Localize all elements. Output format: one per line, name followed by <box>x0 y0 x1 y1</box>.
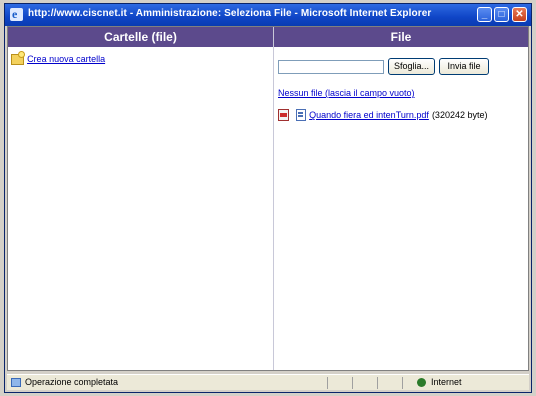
pdf-file-icon <box>296 109 307 122</box>
status-separator <box>377 377 378 389</box>
column-divider <box>273 27 274 370</box>
browser-window: e http://www.ciscnet.it - Amministrazion… <box>4 3 532 393</box>
close-button[interactable]: ✕ <box>512 7 527 22</box>
delete-file-icon[interactable] <box>278 109 289 122</box>
internet-explorer-icon: e <box>10 7 23 21</box>
status-separator <box>402 377 403 389</box>
send-file-button[interactable]: Invia file <box>439 58 489 75</box>
status-bar: Operazione completata Internet <box>7 374 529 390</box>
file-list-item: Quando fiera ed intenTurn.pdf (320242 by… <box>278 109 488 122</box>
window-title: http://www.ciscnet.it - Amministrazione:… <box>28 8 432 19</box>
maximize-button[interactable]: □ <box>494 7 509 22</box>
security-zone-label: Internet <box>431 377 462 387</box>
internet-zone-icon <box>417 378 426 387</box>
title-bar[interactable]: e http://www.ciscnet.it - Amministrazion… <box>5 4 531 26</box>
new-file-row: Nessun file (lascia il campo vuoto) <box>278 87 415 99</box>
new-folder-row: Crea nuova cartella <box>11 50 105 65</box>
files-column-header: File <box>274 27 528 47</box>
folders-column-header: Cartelle (file) <box>8 27 273 47</box>
minimize-button[interactable]: _ <box>477 7 492 22</box>
no-file-link[interactable]: Nessun file (lascia il campo vuoto) <box>278 88 415 98</box>
status-separator <box>352 377 353 389</box>
browse-button[interactable]: Sfoglia... <box>388 58 435 75</box>
status-text: Operazione completata <box>25 377 119 387</box>
new-folder-icon <box>11 50 25 65</box>
file-size: (320242 byte) <box>431 110 488 121</box>
new-folder-link[interactable]: Crea nuova cartella <box>27 54 105 64</box>
page-done-icon <box>11 378 21 387</box>
file-path-input[interactable] <box>278 60 384 74</box>
file-name-link[interactable]: Quando fiera ed intenTurn.pdf <box>309 110 429 120</box>
page-content: Cartelle (file) File Crea nuova cartella… <box>7 26 529 371</box>
status-separator <box>327 377 328 389</box>
